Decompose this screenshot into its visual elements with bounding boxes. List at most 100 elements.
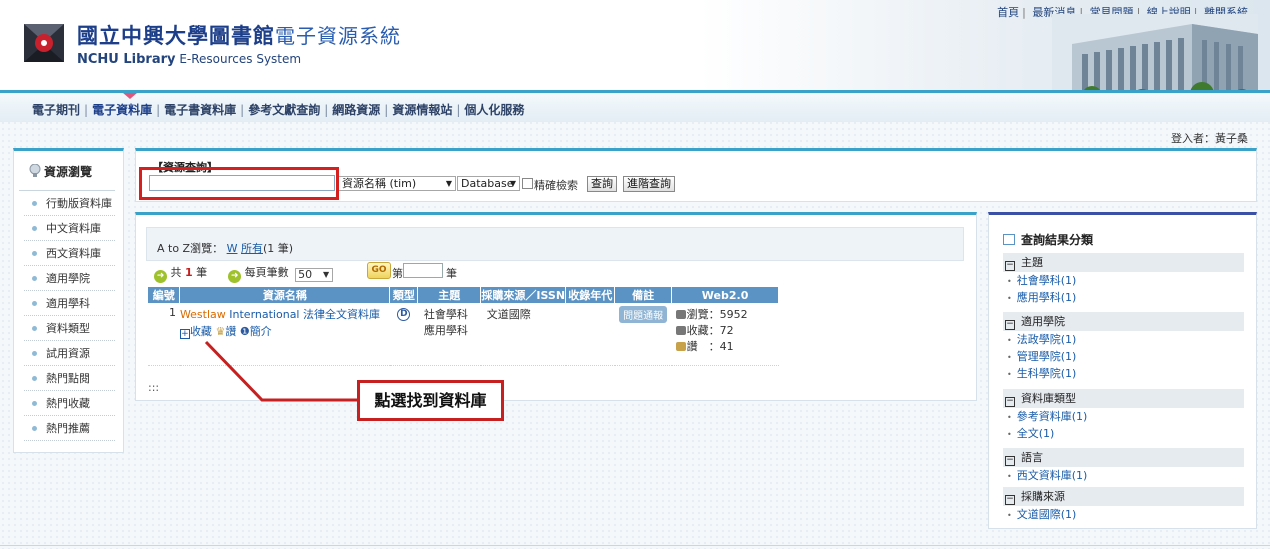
row-type: D: [389, 303, 418, 366]
university-logo-icon[interactable]: [24, 24, 64, 62]
facet-item[interactable]: • 法政學院(1): [1003, 331, 1244, 348]
facet-item-label: 社會學科(1): [1016, 274, 1077, 287]
facet-group-header[interactable]: − 語言: [1003, 448, 1244, 467]
facet-item-label: 應用學科(1): [1016, 291, 1077, 304]
search-type-select[interactable]: Database ▼: [457, 176, 520, 191]
top-link-home[interactable]: 首頁: [997, 6, 1019, 19]
sidebar-item-subjects[interactable]: 適用學科: [24, 291, 115, 316]
resource-title-link[interactable]: Westlaw International 法律全文資料庫: [180, 308, 380, 321]
sidebar-item-popular-saves[interactable]: 熱門收藏: [24, 391, 115, 416]
save-link[interactable]: 收藏: [190, 325, 212, 338]
exact-search-label: 精確檢索: [534, 179, 578, 192]
dropdown-arrow-icon: ▼: [445, 179, 452, 188]
site-title[interactable]: 國立中興大學圖書館電子資源系統: [77, 20, 401, 50]
collapse-icon[interactable]: −: [1005, 456, 1015, 466]
sidebar-item-popular-views[interactable]: 熱門點閱: [24, 366, 115, 391]
more-indicator: :::: [148, 381, 160, 394]
facet-item[interactable]: • 參考資料庫(1): [1003, 408, 1244, 425]
sidebar-item-data-types[interactable]: 資料類型: [24, 316, 115, 341]
col-resource-name[interactable]: 資源名稱: [179, 287, 391, 303]
facet-group-language: − 語言 • 西文資料庫(1): [1003, 448, 1244, 484]
sidebar-title-text: 資源瀏覽: [44, 165, 93, 179]
facet-item-label: 法政學院(1): [1016, 333, 1077, 346]
total-count: 1: [185, 266, 193, 279]
sidebar-item-trial[interactable]: 試用資源: [24, 341, 115, 366]
nav-item-personal[interactable]: 個人化服務: [464, 103, 524, 117]
facet-item-label: 管理學院(1): [1016, 350, 1077, 363]
col-subject[interactable]: 主題: [417, 287, 482, 303]
like-link[interactable]: 讚: [225, 325, 236, 338]
site-title-sub: 電子資源系統: [275, 24, 401, 48]
nav-item-ebooks[interactable]: 電子書資料庫: [164, 103, 236, 117]
col-years[interactable]: 收錄年代: [565, 287, 616, 303]
sidebar-item-colleges[interactable]: 適用學院: [24, 266, 115, 291]
col-number[interactable]: 編號: [148, 287, 181, 303]
sidebar-item-chinese-db[interactable]: 中文資料庫: [24, 216, 115, 241]
search-type-select-value: Database: [461, 177, 514, 190]
search-highlight-box: [139, 167, 339, 200]
nav-item-citation-search[interactable]: 參考文獻查詢: [248, 103, 320, 117]
collapse-icon[interactable]: −: [1005, 320, 1015, 330]
facet-group-header[interactable]: − 採購來源: [1003, 487, 1244, 506]
nav-item-web-resources[interactable]: 網路資源: [332, 103, 380, 117]
info-icon: ❶: [239, 325, 250, 338]
footer-divider: [0, 545, 1270, 546]
facet-item[interactable]: • 生科學院(1): [1003, 365, 1244, 382]
view-count-icon: [675, 310, 686, 319]
search-field-select[interactable]: 資源名稱 (tim) ▼: [338, 176, 456, 191]
advanced-search-button[interactable]: 進階查詢: [623, 176, 675, 192]
total-prefix: 共: [170, 266, 182, 279]
col-note[interactable]: 備註: [614, 287, 673, 303]
facet-item[interactable]: • 應用學科(1): [1003, 289, 1244, 306]
sidebar-item-mobile[interactable]: 行動版資料庫: [24, 191, 115, 216]
per-page-select[interactable]: 50 ▼: [295, 268, 334, 282]
report-issue-button[interactable]: 問題通報: [619, 306, 668, 323]
exact-search-checkbox[interactable]: [522, 178, 533, 189]
facet-item[interactable]: • 全文(1): [1003, 425, 1244, 442]
row-web20: 瀏覽：5952 收藏：72 讚 ：41: [671, 303, 779, 366]
facet-item[interactable]: • 社會學科(1): [1003, 272, 1244, 289]
collapse-icon[interactable]: −: [1005, 495, 1015, 505]
facet-group-title: 資料庫類型: [1021, 392, 1076, 405]
col-web20[interactable]: Web2.0: [671, 287, 779, 303]
facet-item[interactable]: • 文道國際(1): [1003, 506, 1244, 523]
nav-item-info-station[interactable]: 資源情報站: [392, 103, 452, 117]
row-source: 文道國際: [480, 303, 566, 366]
facet-group-header[interactable]: − 主題: [1003, 253, 1244, 272]
facet-group-title: 適用學院: [1021, 315, 1065, 328]
site-title-english: NCHU Library E-Resources System: [77, 52, 301, 67]
sidebar-item-label: 熱門點閱: [46, 372, 90, 385]
page-suffix: 筆: [446, 267, 457, 280]
az-all-link[interactable]: 所有: [241, 242, 263, 255]
save-count: 收藏：72: [686, 324, 734, 337]
site-title-main: 國立中興大學圖書館: [77, 24, 275, 48]
bullet-icon: [32, 351, 37, 356]
nav-item-edatabases[interactable]: 電子資料庫: [92, 103, 152, 117]
per-page-label: 每頁筆數: [244, 266, 289, 279]
nav-item-ejournals[interactable]: 電子期刊: [32, 103, 80, 117]
facet-item[interactable]: • 管理學院(1): [1003, 348, 1244, 365]
bullet-icon: [32, 376, 37, 381]
search-button[interactable]: 查詢: [587, 176, 617, 192]
sidebar-item-western-db[interactable]: 西文資料庫: [24, 241, 115, 266]
site-title-en-bold: NCHU Library: [77, 52, 176, 67]
facet-group-db-type: − 資料庫類型 • 參考資料庫(1) • 全文(1): [1003, 389, 1244, 442]
row-subject: 社會學科 應用學科: [417, 303, 481, 366]
collapse-icon[interactable]: −: [1005, 261, 1015, 271]
col-type[interactable]: 類型: [389, 287, 419, 303]
bullet-icon: [32, 226, 37, 231]
col-source-issn[interactable]: 採購來源／ISSN: [480, 287, 567, 303]
page-number-input[interactable]: [403, 263, 443, 278]
intro-link[interactable]: 簡介: [250, 325, 272, 338]
facet-group-header[interactable]: − 適用學院: [1003, 312, 1244, 331]
go-button[interactable]: GO: [367, 262, 391, 279]
collapse-icon[interactable]: −: [1005, 397, 1015, 407]
like-count-icon: [675, 342, 686, 351]
facet-item[interactable]: • 西文資料庫(1): [1003, 467, 1244, 484]
sidebar-item-popular-recommend[interactable]: 熱門推薦: [24, 416, 115, 441]
facet-group-header[interactable]: − 資料庫類型: [1003, 389, 1244, 408]
lightbulb-icon: [29, 164, 41, 177]
az-letter-link[interactable]: W: [227, 242, 238, 255]
result-count-row: ➜ 共 1 筆 ➜ 每頁筆數 50 ▼: [154, 264, 334, 283]
row-note: 問題通報: [614, 303, 672, 366]
